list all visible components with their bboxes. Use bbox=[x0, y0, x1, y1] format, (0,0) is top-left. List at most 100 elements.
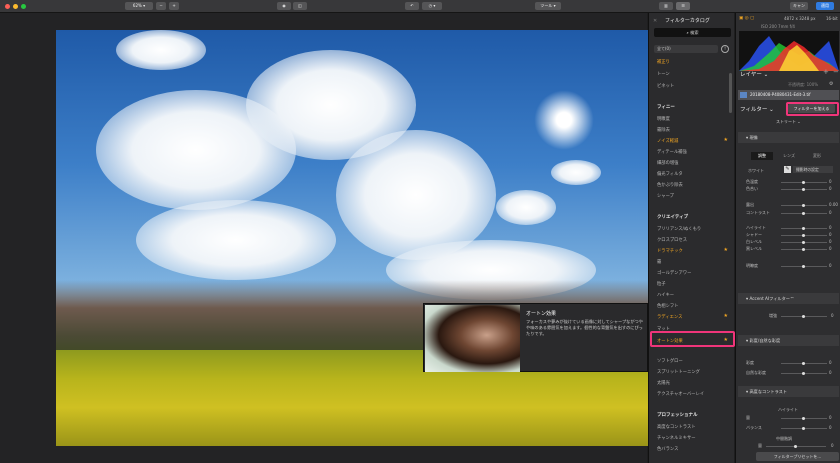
catalog-filter-item[interactable]: ドラマチック bbox=[657, 248, 683, 254]
catalog-filter-item[interactable]: シャープ bbox=[657, 193, 674, 199]
cancel-button[interactable]: キャン bbox=[790, 2, 808, 10]
catalog-filter-item[interactable]: 粒子 bbox=[657, 281, 666, 287]
adjustment-slider[interactable] bbox=[781, 180, 827, 184]
catalog-filter-item[interactable]: 高度なコントラスト bbox=[657, 424, 696, 430]
undo-button[interactable]: ↶ bbox=[405, 2, 419, 10]
filters-header[interactable]: フィルター ⌄ bbox=[740, 105, 774, 113]
adjust-toggle-button[interactable]: ☰ bbox=[676, 2, 690, 10]
catalog-filter-item[interactable]: トーン bbox=[657, 71, 670, 77]
preview-eye-button[interactable]: ◉ bbox=[277, 2, 291, 10]
adjustment-slider[interactable] bbox=[781, 233, 827, 237]
catalog-filter-item[interactable]: 補正り bbox=[657, 59, 670, 65]
adjustment-slider[interactable] bbox=[781, 211, 827, 215]
midtone-slider-knob[interactable] bbox=[794, 444, 797, 448]
slider-knob[interactable] bbox=[802, 187, 805, 191]
slider-knob[interactable] bbox=[802, 247, 805, 251]
catalog-filter-item[interactable]: テクスチャオーバーレイ bbox=[657, 391, 704, 397]
catalog-filter-item[interactable]: 霧除去 bbox=[657, 127, 670, 133]
accent-ai-slider[interactable] bbox=[781, 314, 827, 318]
slider-knob[interactable] bbox=[802, 211, 805, 215]
adjustment-slider[interactable] bbox=[781, 361, 827, 365]
close-catalog-icon[interactable]: ✕ bbox=[653, 18, 657, 24]
accent-ai-slider-knob[interactable] bbox=[802, 314, 805, 318]
adjustment-slider[interactable] bbox=[781, 226, 827, 230]
adjustment-slider[interactable] bbox=[781, 426, 827, 430]
catalog-filter-select[interactable]: 全て(0) bbox=[654, 45, 718, 53]
adjustment-slider[interactable] bbox=[781, 371, 827, 375]
adjustment-slider[interactable] bbox=[781, 247, 827, 251]
slider-knob[interactable] bbox=[802, 371, 805, 375]
slider-knob[interactable] bbox=[802, 233, 805, 237]
preset-street[interactable]: ストリート ⌄ bbox=[776, 119, 801, 125]
catalog-scrollbar[interactable] bbox=[729, 73, 732, 113]
gear-icon[interactable]: ⚙ bbox=[829, 81, 833, 87]
catalog-filter-item[interactable]: 細部の増強 bbox=[657, 160, 678, 166]
catalog-filter-item[interactable]: ハイキー bbox=[657, 292, 674, 298]
color-section-header[interactable]: ▾ 彩度/自然な彩度 bbox=[738, 335, 839, 346]
tab-lens[interactable]: レンズ bbox=[778, 152, 800, 160]
layers-header[interactable]: レイヤー ⌄ bbox=[740, 70, 768, 78]
minimize-window-button[interactable] bbox=[13, 4, 18, 9]
histogram-toolbar-icons[interactable]: ▣ ◎ ▢ bbox=[739, 16, 754, 21]
catalog-filter-item[interactable]: 太陽光 bbox=[657, 380, 670, 386]
info-icon[interactable]: ! bbox=[721, 45, 729, 53]
zoom-out-button[interactable]: − bbox=[156, 2, 166, 10]
history-button[interactable]: ◷ ▾ bbox=[422, 2, 442, 10]
slider-knob[interactable] bbox=[802, 264, 805, 268]
catalog-filter-item[interactable]: 偏光フィルタ bbox=[657, 171, 683, 177]
remove-layer-button[interactable]: − bbox=[833, 68, 839, 76]
catalog-filter-item[interactable]: ノイズ軽減 bbox=[657, 138, 678, 144]
catalog-filter-item[interactable]: ディテール補強 bbox=[657, 149, 687, 155]
zoom-level-select[interactable]: 62% ▾ bbox=[125, 2, 153, 10]
catalog-filter-item[interactable]: スプリットトーニング bbox=[657, 369, 700, 375]
slider-knob[interactable] bbox=[802, 426, 805, 430]
adjustment-slider[interactable] bbox=[781, 416, 827, 420]
catalog-filter-item[interactable]: 色かぶり除去 bbox=[657, 182, 683, 188]
favorite-star-icon[interactable]: ★ bbox=[724, 137, 728, 143]
slider-knob[interactable] bbox=[802, 226, 805, 230]
close-window-button[interactable] bbox=[5, 4, 10, 9]
layer-row[interactable]: 20180408-P4080431-Edit-3.tif bbox=[738, 90, 839, 100]
slider-knob[interactable] bbox=[802, 416, 805, 420]
catalog-filter-item[interactable]: 霧 bbox=[657, 259, 661, 265]
adjustment-slider[interactable] bbox=[781, 187, 827, 191]
photo-preview[interactable] bbox=[56, 30, 648, 446]
catalog-filter-item[interactable]: 明瞭度 bbox=[657, 116, 670, 122]
catalog-filter-item[interactable]: ゴールデンアワー bbox=[657, 270, 691, 276]
slider-knob[interactable] bbox=[802, 361, 805, 365]
catalog-filter-item[interactable]: ソフトグロー bbox=[657, 358, 683, 364]
catalog-filter-item[interactable]: 色相シフト bbox=[657, 303, 678, 309]
catalog-filter-item[interactable]: ブリリアンス/ぬくもり bbox=[657, 226, 701, 232]
slider-knob[interactable] bbox=[802, 203, 805, 207]
adjustment-slider[interactable] bbox=[781, 203, 827, 207]
eyedropper-icon[interactable]: ✎ bbox=[784, 166, 791, 173]
accent-ai-section-header[interactable]: ▾ Accent AIフィルター™ bbox=[738, 293, 839, 304]
adjustment-slider[interactable] bbox=[781, 240, 827, 244]
develop-section-header[interactable]: ▾ 現像 bbox=[738, 132, 839, 143]
catalog-filter-item[interactable]: クロスプロセス bbox=[657, 237, 687, 243]
contrast-section-header[interactable]: ▾ 高度なコントラスト bbox=[738, 386, 839, 397]
apply-button[interactable]: 適用 bbox=[816, 2, 834, 10]
layer-opacity[interactable]: 不透明度: 100% bbox=[788, 82, 818, 88]
tools-menu-button[interactable]: ツール ▾ bbox=[535, 2, 561, 10]
add-layer-button[interactable]: + bbox=[823, 68, 829, 76]
catalog-filter-item[interactable]: 色バランス bbox=[657, 446, 678, 452]
tab-transform[interactable]: 変形 bbox=[806, 152, 828, 160]
zoom-in-button[interactable]: + bbox=[169, 2, 179, 10]
favorite-star-icon[interactable]: ★ bbox=[724, 247, 728, 253]
compare-view-button[interactable]: ◫ bbox=[293, 2, 307, 10]
filter-preset-button[interactable]: フィルタープリセットを... bbox=[756, 452, 839, 461]
adjustment-slider[interactable] bbox=[781, 264, 827, 268]
slider-knob[interactable] bbox=[802, 240, 805, 244]
catalog-search-field[interactable]: ⌕ 検索 bbox=[654, 28, 731, 37]
catalog-filter-item[interactable]: チャンネルミキサー bbox=[657, 435, 696, 441]
favorite-star-icon[interactable]: ★ bbox=[724, 313, 728, 319]
panel-toggle-button[interactable]: ▥ bbox=[659, 2, 673, 10]
tab-adjust[interactable]: 調整 bbox=[751, 152, 773, 160]
catalog-filter-item[interactable]: ラディエンス bbox=[657, 314, 682, 320]
catalog-filter-item[interactable]: ビネット bbox=[657, 83, 674, 89]
midtone-slider[interactable] bbox=[766, 444, 826, 448]
zoom-window-button[interactable] bbox=[21, 4, 26, 9]
white-balance-select[interactable]: 撮影時の設定 bbox=[793, 166, 833, 173]
slider-knob[interactable] bbox=[802, 180, 805, 184]
